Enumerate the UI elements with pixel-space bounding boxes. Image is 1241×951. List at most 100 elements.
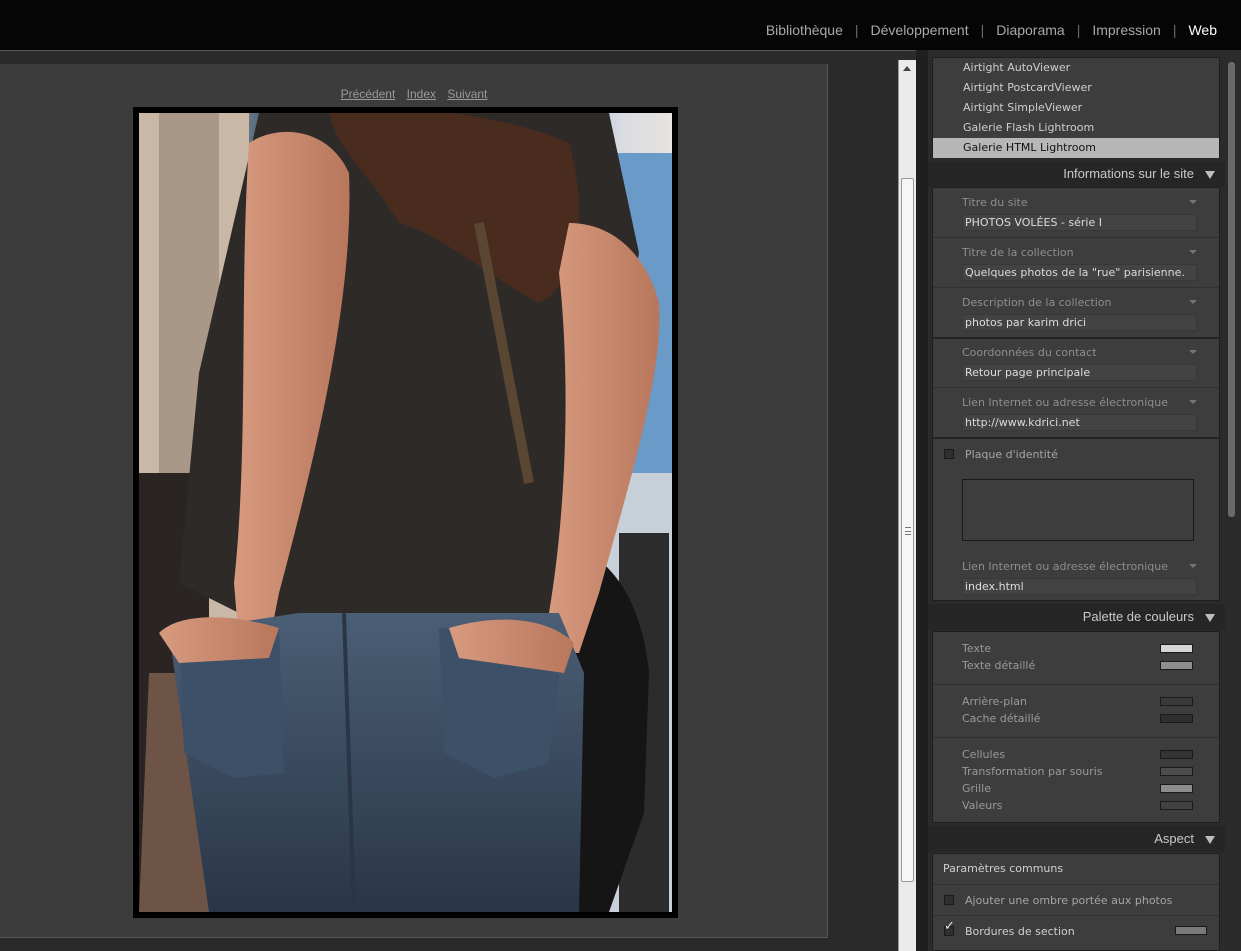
module-separator: |	[1172, 22, 1177, 38]
drop-shadow-row: Ajouter une ombre portée aux photos	[933, 885, 1219, 915]
template-item-selected[interactable]: Galerie HTML Lightroom	[933, 138, 1219, 158]
module-slideshow[interactable]: Diaporama	[996, 22, 1064, 38]
identity-link-field: Lien Internet ou adresse électronique in…	[933, 552, 1219, 602]
dropdown-arrow-icon[interactable]	[1189, 250, 1197, 254]
color-label: Valeurs	[962, 799, 1003, 812]
panel-edge	[0, 50, 928, 60]
dropdown-arrow-icon[interactable]	[1189, 400, 1197, 404]
panel-scrollbar[interactable]	[1225, 50, 1241, 951]
color-label: Cache détaillé	[962, 712, 1041, 725]
template-item[interactable]: Airtight PostcardViewer	[933, 78, 1219, 98]
module-separator: |	[854, 22, 859, 38]
collection-description-field: Description de la collection photos par …	[933, 288, 1219, 338]
right-panel: Airtight AutoViewer Airtight PostcardVie…	[928, 50, 1225, 951]
color-label: Transformation par souris	[962, 765, 1103, 778]
previous-link[interactable]: Précédent	[341, 87, 396, 101]
field-label: Description de la collection	[962, 296, 1112, 309]
web-link-input[interactable]: http://www.kdrici.net	[962, 414, 1197, 431]
section-title: Palette de couleurs	[1082, 609, 1194, 624]
panel-divider[interactable]	[916, 50, 928, 951]
scroll-up-arrow-icon[interactable]	[903, 66, 911, 71]
color-row-detail-matte: Cache détaillé	[933, 710, 1219, 727]
gallery-page: Précédent Index Suivant	[0, 64, 828, 938]
appearance-header[interactable]: Aspect	[928, 826, 1225, 852]
template-browser: Airtight AutoViewer Airtight PostcardVie…	[932, 57, 1220, 158]
section-borders-color-swatch[interactable]	[1175, 926, 1207, 935]
scrollbar-thumb[interactable]	[1228, 62, 1235, 517]
color-label: Arrière-plan	[962, 695, 1027, 708]
color-swatch[interactable]	[1160, 767, 1193, 776]
site-title-input[interactable]: PHOTOS VOLÉES - série I	[962, 214, 1197, 231]
scrollbar-thumb[interactable]	[901, 178, 914, 882]
module-web[interactable]: Web	[1188, 22, 1217, 38]
identity-plate-preview[interactable]	[962, 479, 1194, 541]
collection-description-input[interactable]: photos par karim drici	[962, 314, 1197, 331]
template-item[interactable]: Galerie Flash Lightroom	[933, 118, 1219, 138]
collapse-triangle-icon[interactable]	[1205, 836, 1215, 844]
module-library[interactable]: Bibliothèque	[766, 22, 843, 38]
drop-shadow-label: Ajouter une ombre portée aux photos	[965, 894, 1173, 907]
color-label: Grille	[962, 782, 991, 795]
next-link[interactable]: Suivant	[447, 87, 487, 101]
dropdown-arrow-icon[interactable]	[1189, 300, 1197, 304]
dropdown-arrow-icon[interactable]	[1189, 564, 1197, 568]
site-title-field: Titre du site PHOTOS VOLÉES - série I	[933, 188, 1219, 238]
color-label: Cellules	[962, 748, 1006, 761]
section-title: Informations sur le site	[1063, 166, 1194, 181]
collection-title-input[interactable]: Quelques photos de la "rue" parisienne.	[962, 264, 1197, 281]
divider	[933, 737, 1219, 738]
identity-link-input[interactable]: index.html	[962, 578, 1197, 595]
color-swatch[interactable]	[1160, 750, 1193, 759]
module-print[interactable]: Impression	[1092, 22, 1160, 38]
template-item[interactable]: Airtight AutoViewer	[933, 58, 1219, 78]
color-swatch[interactable]	[1160, 697, 1193, 706]
color-row-detail-text: Texte détaillé	[933, 657, 1219, 674]
dropdown-arrow-icon[interactable]	[1189, 350, 1197, 354]
gallery-photo[interactable]	[139, 113, 672, 912]
color-palette-panel: Texte Texte détaillé Arrière-plan Cache …	[932, 631, 1220, 823]
field-label: Lien Internet ou adresse électronique	[962, 560, 1169, 573]
collapse-triangle-icon[interactable]	[1205, 171, 1215, 179]
identity-plate-label: Plaque d'identité	[965, 448, 1058, 461]
module-picker-bar: Bibliothèque | Développement | Diaporama…	[0, 0, 1241, 50]
color-swatch[interactable]	[1160, 714, 1193, 723]
grip-icon	[905, 527, 911, 535]
color-row-text: Texte	[933, 640, 1219, 657]
field-label: Titre de la collection	[962, 246, 1074, 259]
color-swatch[interactable]	[1160, 801, 1193, 810]
template-item[interactable]: Airtight SimpleViewer	[933, 98, 1219, 118]
contact-info-input[interactable]: Retour page principale	[962, 364, 1197, 381]
color-label: Texte détaillé	[962, 659, 1036, 672]
checkmark-icon: ✓	[944, 919, 955, 934]
color-swatch[interactable]	[1160, 661, 1193, 670]
drop-shadow-checkbox[interactable]	[944, 895, 954, 905]
color-row-cells: Cellules	[933, 746, 1219, 763]
color-swatch[interactable]	[1160, 784, 1193, 793]
appearance-panel: Paramètres communs Ajouter une ombre por…	[932, 853, 1220, 951]
section-title: Aspect	[1154, 831, 1194, 846]
collection-title-field: Titre de la collection Quelques photos d…	[933, 238, 1219, 288]
web-preview: Précédent Index Suivant	[0, 60, 898, 951]
web-link-field: Lien Internet ou adresse électronique ht…	[933, 388, 1219, 438]
site-info-header[interactable]: Informations sur le site	[928, 161, 1225, 187]
photo-illustration	[139, 113, 672, 912]
contact-info-field: Coordonnées du contact Retour page princ…	[933, 338, 1219, 388]
dropdown-arrow-icon[interactable]	[1189, 200, 1197, 204]
divider	[933, 684, 1219, 685]
identity-plate-checkbox[interactable]	[944, 449, 954, 459]
identity-plate-row: Plaque d'identité	[933, 439, 1219, 469]
color-label: Texte	[962, 642, 992, 655]
module-develop[interactable]: Développement	[871, 22, 969, 38]
preview-scrollbar[interactable]	[898, 60, 916, 951]
field-label: Titre du site	[962, 196, 1028, 209]
collapse-triangle-icon[interactable]	[1205, 614, 1215, 622]
section-borders-label: Bordures de section	[965, 925, 1075, 938]
index-link[interactable]: Index	[407, 87, 436, 101]
photo-frame	[133, 107, 678, 918]
color-row-background: Arrière-plan	[933, 693, 1219, 710]
site-info-panel: Titre du site PHOTOS VOLÉES - série I Ti…	[932, 187, 1220, 601]
color-swatch[interactable]	[1160, 644, 1193, 653]
color-palette-header[interactable]: Palette de couleurs	[928, 604, 1225, 630]
module-separator: |	[980, 22, 985, 38]
section-borders-row: ✓ Bordures de section	[933, 916, 1219, 946]
